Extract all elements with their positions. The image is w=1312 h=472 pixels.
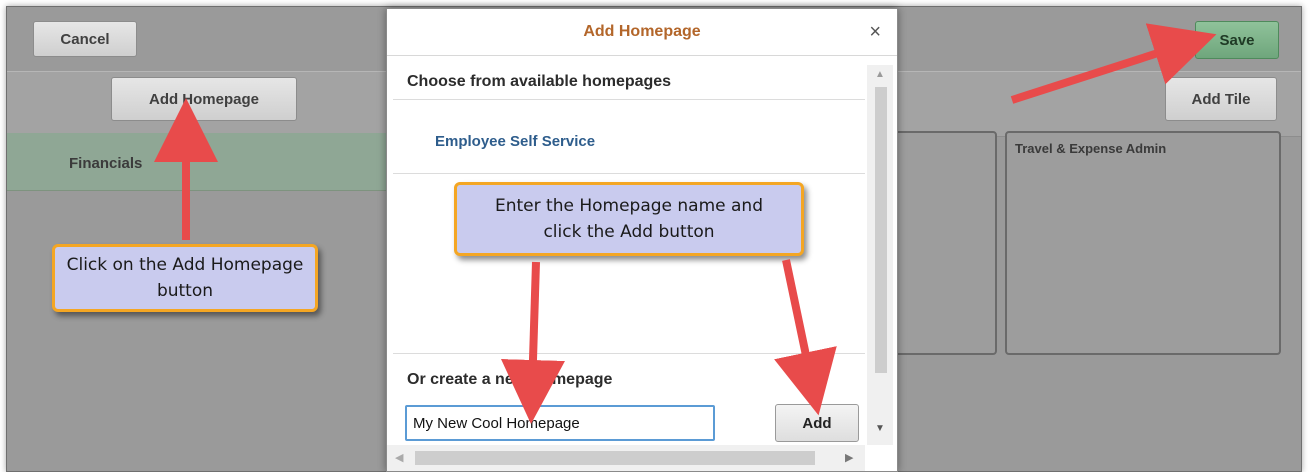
scrollbar-thumb[interactable] — [875, 87, 887, 373]
vertical-scrollbar[interactable]: ▲ ▼ — [867, 65, 893, 445]
scrollbar-thumb[interactable] — [415, 451, 815, 465]
homepage-option-employee-self-service[interactable]: Employee Self Service — [435, 133, 595, 150]
add-homepage-button[interactable]: Add Homepage — [111, 77, 297, 121]
add-button[interactable]: Add — [775, 404, 859, 442]
scroll-left-icon[interactable]: ◀ — [395, 451, 403, 464]
tile-title: Travel & Expense Admin — [1015, 141, 1167, 156]
homepage-list-item-selected[interactable] — [7, 133, 397, 191]
dialog-header: Add Homepage × — [387, 9, 897, 56]
callout-enter-name: Enter the Homepage name and click the Ad… — [454, 182, 804, 256]
cancel-button[interactable]: Cancel — [33, 21, 137, 57]
add-tile-button[interactable]: Add Tile — [1165, 77, 1277, 121]
divider — [393, 173, 865, 174]
create-homepage-heading: Or create a new Homepage — [407, 371, 613, 388]
close-icon[interactable]: × — [869, 21, 881, 44]
choose-homepages-heading: Choose from available homepages — [407, 73, 672, 90]
tile-travel-expense-admin[interactable]: Travel & Expense Admin — [1005, 131, 1281, 355]
scroll-right-icon[interactable]: ▶ — [845, 451, 853, 464]
horizontal-scrollbar[interactable]: ◀ ▶ — [387, 445, 865, 471]
callout-add-homepage: Click on the Add Homepage button — [52, 244, 318, 312]
divider — [393, 353, 865, 354]
divider — [393, 99, 865, 100]
homepage-name-input[interactable] — [405, 405, 715, 441]
save-button[interactable]: Save — [1195, 21, 1279, 59]
homepage-item-label: Financials — [69, 155, 143, 172]
dialog-title: Add Homepage — [583, 23, 701, 40]
scroll-down-icon[interactable]: ▼ — [875, 423, 885, 434]
scroll-up-icon[interactable]: ▲ — [875, 69, 885, 80]
